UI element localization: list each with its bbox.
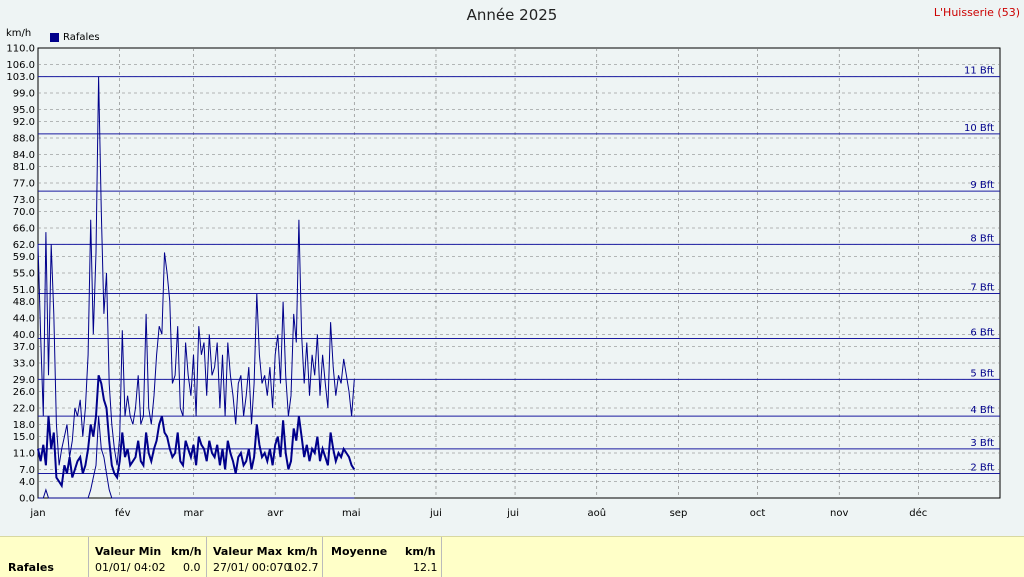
y-tick-label: 77.0	[13, 179, 35, 190]
x-tick-label: aoû	[587, 507, 606, 519]
y-tick-label: 48.0	[13, 297, 35, 308]
beaufort-label: 2 Bft	[970, 462, 994, 473]
footer-row-label: Rafales	[8, 561, 54, 574]
min-unit: km/h	[171, 545, 202, 558]
y-tick-label: 29.0	[13, 375, 35, 386]
y-tick-label: 66.0	[13, 224, 35, 235]
y-tick-label: 0.0	[19, 494, 35, 505]
y-tick-label: 11.0	[13, 449, 35, 460]
x-tick-label: mar	[184, 508, 205, 519]
beaufort-label: 8 Bft	[970, 233, 994, 244]
x-tick-label: déc	[909, 507, 927, 519]
min-value: 0.0	[183, 561, 201, 574]
max-header: Valeur Max	[213, 545, 283, 558]
x-tick-label: sep	[670, 508, 688, 519]
y-tick-label: 7.0	[19, 465, 35, 476]
min-header: Valeur Min	[95, 545, 162, 558]
y-tick-label: 62.0	[13, 240, 35, 251]
beaufort-label: 9 Bft	[970, 180, 994, 191]
x-tick-label: jan	[29, 508, 45, 519]
y-tick-label: 55.0	[13, 269, 35, 280]
stats-footer: Rafales Valeur Min km/h 01/01/ 04:02 0.0…	[0, 536, 1024, 577]
y-tick-label: 22.0	[13, 404, 35, 415]
beaufort-label: 3 Bft	[970, 438, 994, 449]
y-tick-label: 37.0	[13, 342, 35, 353]
x-tick-label: fév	[115, 507, 131, 519]
x-tick-label: nov	[830, 508, 848, 519]
beaufort-label: 10 Bft	[964, 123, 994, 134]
x-tick-label: mai	[342, 508, 361, 519]
x-tick-label: jui	[506, 508, 519, 519]
wind-gust-chart: 0.0 4.07.0 11.0 15.018.0 22.0 26.029.0 33.0 37.…	[6, 44, 1001, 519]
y-tick-label: 81.0	[13, 162, 35, 173]
y-tick-label: 103.0	[6, 72, 35, 83]
y-tick-label: 84.0	[13, 150, 35, 161]
x-tick-label: avr	[267, 508, 284, 519]
x-tick-label: oct	[750, 508, 766, 519]
y-tick-label: 95.0	[13, 105, 35, 116]
beaufort-label: 4 Bft	[970, 405, 994, 416]
max-date: 27/01/ 00:070	[213, 561, 291, 574]
y-tick-label: 33.0	[13, 359, 35, 370]
y-tick-label: 70.0	[13, 207, 35, 218]
max-value: 102.7	[287, 561, 319, 574]
avg-header: Moyenne	[331, 545, 388, 558]
max-cell: Valeur Max km/h 27/01/ 00:070 102.7	[206, 537, 323, 577]
y-tick-label: 4.0	[19, 477, 35, 488]
y-tick-label: 73.0	[13, 195, 35, 206]
y-tick-label: 88.0	[13, 134, 35, 145]
y-tick-label: 15.0	[13, 432, 35, 443]
max-unit: km/h	[287, 545, 318, 558]
y-tick-label: 59.0	[13, 252, 35, 263]
beaufort-label: 6 Bft	[970, 327, 994, 338]
y-tick-label: 26.0	[13, 387, 35, 398]
y-tick-label: 110.0	[6, 44, 35, 55]
min-date: 01/01/ 04:02	[95, 561, 166, 574]
y-tick-label: 44.0	[13, 314, 35, 325]
beaufort-label: 11 Bft	[964, 66, 994, 77]
y-tick-label: 18.0	[13, 420, 35, 431]
y-tick-label: 106.0	[6, 60, 35, 71]
y-tick-label: 51.0	[13, 285, 35, 296]
avg-unit: km/h	[405, 545, 436, 558]
y-tick-label: 92.0	[13, 117, 35, 128]
min-cell: Valeur Min km/h 01/01/ 04:02 0.0	[88, 537, 207, 577]
avg-cell: Moyenne km/h 12.1	[322, 537, 442, 577]
y-tick-label: 40.0	[13, 330, 35, 341]
avg-value: 12.1	[413, 561, 438, 574]
y-tick-label: 99.0	[13, 89, 35, 100]
beaufort-label: 7 Bft	[970, 282, 994, 293]
x-tick-label: jui	[429, 508, 442, 519]
beaufort-label: 5 Bft	[970, 368, 994, 379]
